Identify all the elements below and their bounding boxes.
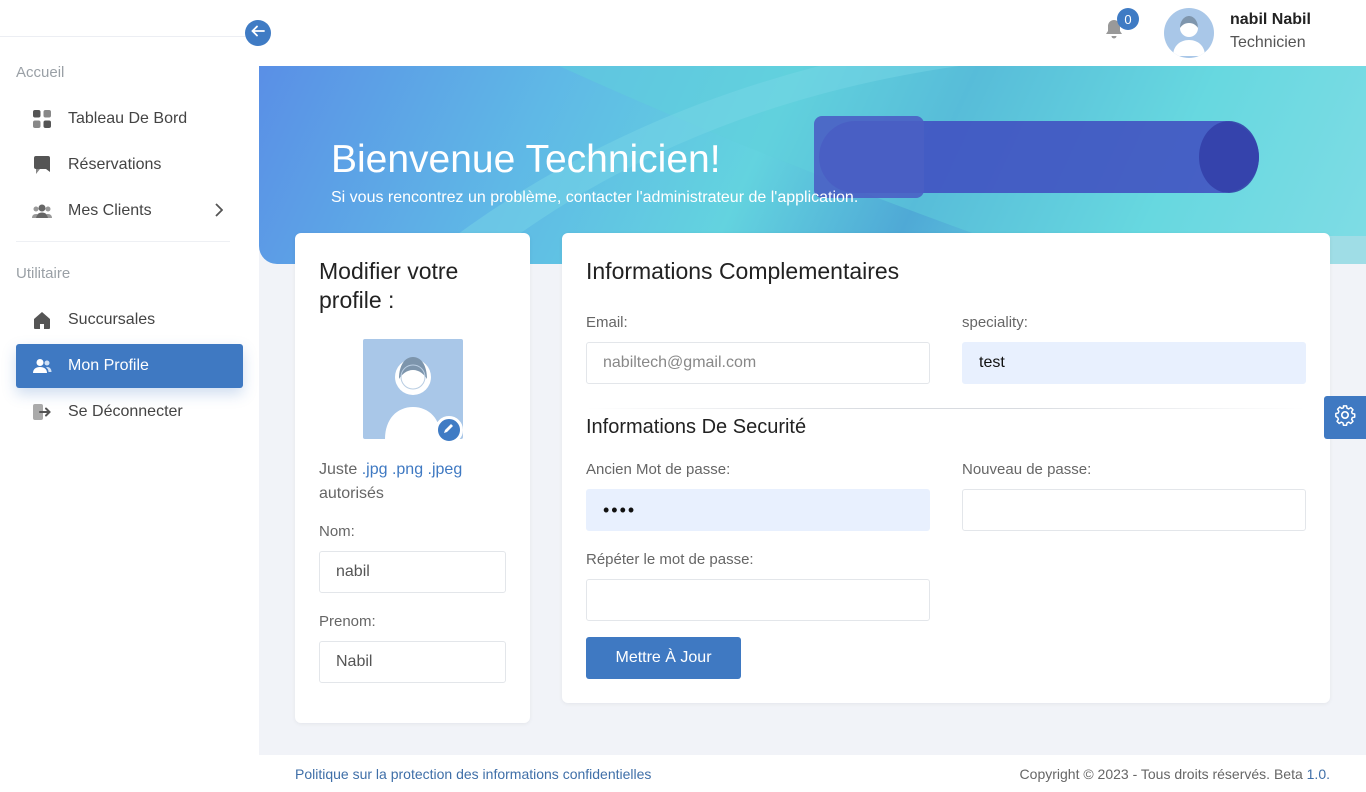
file-type-hint: Juste .jpg .png .jpeg autorisés — [319, 458, 509, 506]
sidebar-item-label: Se Déconnecter — [68, 403, 183, 420]
user-role: Technicien — [1230, 34, 1306, 51]
sidebar-item-mes-clients[interactable]: Mes Clients — [16, 189, 243, 233]
nom-label: Nom: — [319, 523, 355, 540]
security-section-title: Informations De Securité — [586, 416, 807, 438]
chevron-right-icon — [215, 203, 224, 222]
profile-card: Modifier votre profile : Juste .jpg .png… — [295, 233, 530, 723]
sidebar-divider — [0, 36, 259, 37]
footer: Politique sur la protection des informat… — [259, 755, 1366, 792]
sidebar-item-se-deconnecter[interactable]: Se Déconnecter — [16, 390, 243, 434]
sidebar-item-label: Réservations — [68, 156, 162, 173]
dashboard-icon — [32, 109, 52, 129]
section-label-utilitaire: Utilitaire — [16, 265, 71, 282]
prenom-input[interactable]: Nabil — [319, 641, 506, 683]
user-name: nabil Nabil — [1230, 11, 1311, 28]
user-icon — [32, 356, 52, 376]
privacy-policy-link[interactable]: Politique sur la protection des informat… — [295, 766, 651, 782]
email-input[interactable]: nabiltech@gmail.com — [586, 342, 930, 384]
gear-icon — [1334, 404, 1356, 431]
old-password-input[interactable]: •••• — [586, 489, 930, 531]
speciality-input[interactable]: test — [962, 342, 1306, 384]
sidebar-item-mon-profile[interactable]: Mon Profile — [16, 344, 243, 388]
repeat-password-input[interactable] — [586, 579, 930, 621]
sidebar-item-reservations[interactable]: Réservations — [16, 143, 243, 187]
sidebar: Accueil Tableau De Bord Réservations Mes… — [0, 0, 259, 792]
settings-button[interactable] — [1324, 396, 1366, 439]
info-card-title: Informations Complementaires — [586, 258, 900, 284]
sidebar-collapse-button[interactable] — [245, 20, 271, 46]
arrow-left-icon — [251, 24, 265, 42]
sidebar-item-tableau-de-bord[interactable]: Tableau De Bord — [16, 97, 243, 141]
sidebar-item-label: Succursales — [68, 311, 156, 328]
banner-subtitle: Si vous rencontrez un problème, contacte… — [331, 189, 859, 206]
sidebar-item-label: Mon Profile — [68, 357, 149, 374]
repeat-password-label: Répéter le mot de passe: — [586, 551, 754, 568]
hint-extensions: .jpg .png .jpeg — [361, 461, 463, 478]
bookmark-icon — [32, 155, 52, 175]
hint-suffix: autorisés — [319, 485, 384, 502]
users-icon — [32, 201, 52, 221]
sidebar-item-succursales[interactable]: Succursales — [16, 298, 243, 342]
info-card: Informations Complementaires Email: nabi… — [562, 233, 1330, 703]
speciality-label: speciality: — [962, 314, 1028, 331]
nom-input[interactable]: nabil — [319, 551, 506, 593]
user-avatar[interactable] — [1164, 8, 1214, 58]
prenom-label: Prenom: — [319, 613, 376, 630]
copyright-text: Copyright © 2023 - Tous droits réservés.… — [1020, 766, 1330, 782]
sidebar-item-label: Mes Clients — [68, 202, 152, 219]
section-divider — [586, 408, 1306, 409]
profile-card-title: Modifier votre profile : — [319, 258, 459, 313]
pencil-icon — [443, 421, 455, 439]
section-label-accueil: Accueil — [16, 64, 65, 81]
new-password-input[interactable] — [962, 489, 1306, 531]
version-link[interactable]: 1.0. — [1307, 766, 1330, 782]
home-icon — [32, 310, 52, 330]
email-label: Email: — [586, 314, 628, 331]
new-password-label: Nouveau de passe: — [962, 461, 1092, 478]
logout-icon — [32, 402, 52, 422]
update-button[interactable]: Mettre À Jour — [586, 637, 741, 679]
hint-prefix: Juste — [319, 461, 358, 478]
copyright-label: Copyright © 2023 - Tous droits réservés.… — [1019, 766, 1307, 782]
banner-title: Bienvenue Technicien! — [331, 138, 721, 181]
notification-count-badge: 0 — [1117, 8, 1139, 30]
edit-photo-button[interactable] — [435, 416, 463, 444]
sidebar-item-label: Tableau De Bord — [68, 110, 188, 127]
sidebar-divider — [16, 241, 230, 242]
old-password-label: Ancien Mot de passe: — [586, 461, 731, 478]
